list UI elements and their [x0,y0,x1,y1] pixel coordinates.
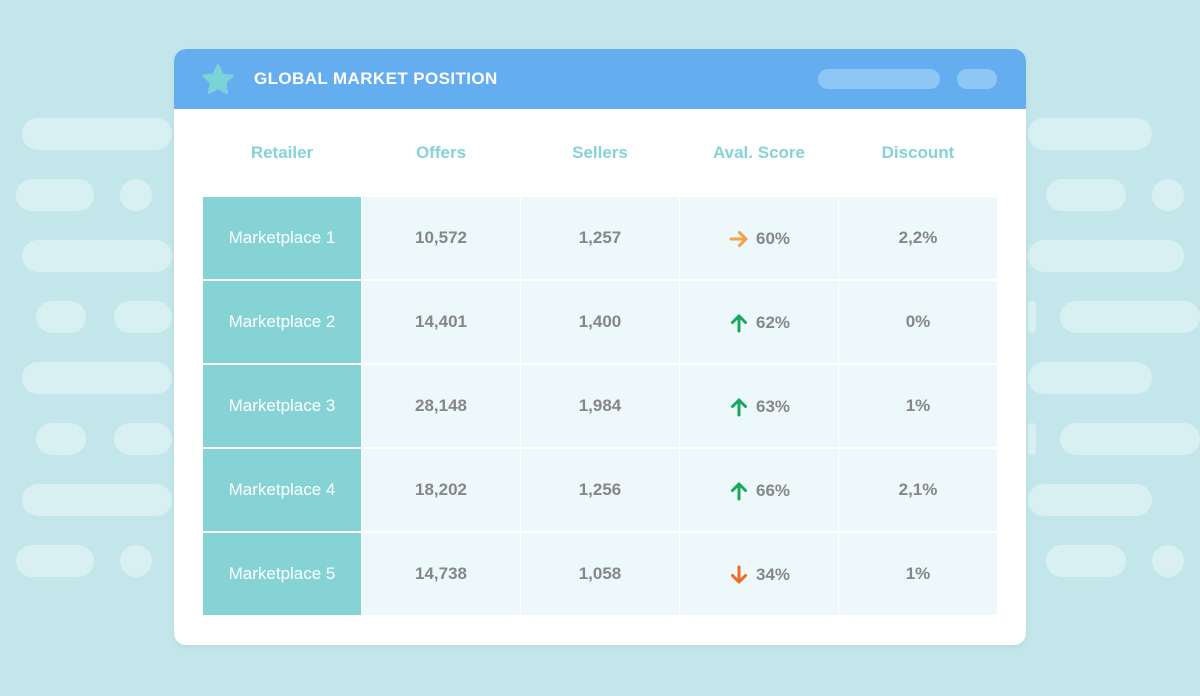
background-pill [1028,423,1036,455]
background-pill [114,301,172,333]
discount-cell: 1% [839,365,997,447]
up-arrow-icon [728,312,750,334]
offers-cell: 14,738 [362,533,520,615]
column-header-score[interactable]: Aval. Score [680,141,838,165]
window-title: GLOBAL MARKET POSITION [254,69,498,88]
titlebar-control-small[interactable] [957,69,997,89]
retailer-cell: Marketplace 4 [203,449,361,531]
background-pill [1028,362,1152,394]
score-value: 62% [755,312,791,332]
sellers-cell: 1,257 [521,197,679,279]
discount-cell: 2,1% [839,449,997,531]
score-value: 34% [755,564,791,584]
sellers-cell: 1,984 [521,365,679,447]
score-cell: 66% [680,449,838,531]
market-table: Marketplace 1 10,572 1,257 60% 2,2% Marketpla… [203,197,997,617]
background-pill [36,301,86,333]
offers-cell: 10,572 [362,197,520,279]
background-pill [16,179,94,211]
table-row[interactable]: Marketplace 5 14,738 1,058 34% 1% [203,533,997,615]
discount-cell: 1% [839,533,997,615]
sellers-cell: 1,400 [521,281,679,363]
background-pill [22,118,172,150]
background-pill [1028,118,1152,150]
table-row[interactable]: Marketplace 3 28,148 1,984 63% 1% [203,365,997,447]
background-pill [120,179,152,211]
background-pill [1046,179,1126,211]
score-value-group: 62% [728,312,790,334]
score-cell: 63% [680,365,838,447]
background-pill [22,362,172,394]
column-header-discount[interactable]: Discount [839,141,997,165]
discount-cell: 2,2% [839,197,997,279]
sellers-cell: 1,256 [521,449,679,531]
background-pill [1028,240,1184,272]
offers-cell: 14,401 [362,281,520,363]
score-value-group: 63% [728,396,790,418]
score-value: 63% [755,396,791,416]
down-arrow-icon [728,564,750,586]
up-arrow-icon [728,480,750,502]
discount-cell: 0% [839,281,997,363]
market-position-window: GLOBAL MARKET POSITION Retailer Offers S… [174,49,1026,645]
score-cell: 62% [680,281,838,363]
table-row[interactable]: Marketplace 2 14,401 1,400 62% 0% [203,281,997,363]
background-pill [1060,423,1200,455]
right-arrow-icon [728,228,750,250]
sellers-cell: 1,058 [521,533,679,615]
background-pill [1028,301,1036,333]
score-value-group: 66% [728,480,790,502]
score-value-group: 60% [728,228,790,250]
background-pill [36,423,86,455]
background-pill [1152,179,1184,211]
score-value: 66% [755,480,791,500]
retailer-cell: Marketplace 3 [203,365,361,447]
column-header-sellers[interactable]: Sellers [521,141,679,165]
retailer-cell: Marketplace 2 [203,281,361,363]
score-cell: 60% [680,197,838,279]
offers-cell: 18,202 [362,449,520,531]
score-value: 60% [755,228,791,248]
background-pill [1060,301,1200,333]
background-pill [22,484,172,516]
offers-cell: 28,148 [362,365,520,447]
background-pill [1046,545,1126,577]
retailer-cell: Marketplace 1 [203,197,361,279]
background-pill [1152,545,1184,577]
background-pill [120,545,152,577]
column-header-retailer[interactable]: Retailer [203,141,361,165]
table-header: Retailer Offers Sellers Aval. Score Disc… [203,141,997,165]
titlebar-control-wide[interactable] [818,69,940,89]
score-cell: 34% [680,533,838,615]
title-bar: GLOBAL MARKET POSITION [174,49,1026,109]
table-row[interactable]: Marketplace 1 10,572 1,257 60% 2,2% [203,197,997,279]
table-row[interactable]: Marketplace 4 18,202 1,256 66% 2,1% [203,449,997,531]
background-pill [16,545,94,577]
score-value-group: 34% [728,564,790,586]
background-pill [1028,484,1152,516]
background-pill [22,240,172,272]
up-arrow-icon [728,396,750,418]
star-icon [202,64,234,94]
retailer-cell: Marketplace 5 [203,533,361,615]
background-pill [114,423,172,455]
column-header-offers[interactable]: Offers [362,141,520,165]
